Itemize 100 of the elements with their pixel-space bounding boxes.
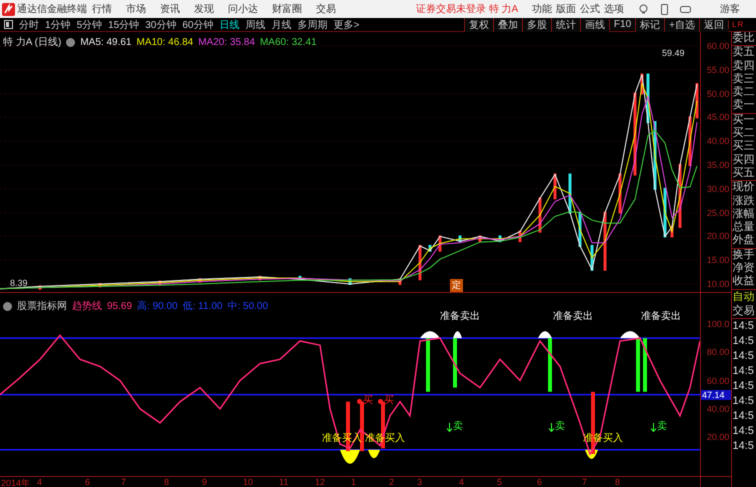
menu-item[interactable]: 公式 [580,2,600,16]
signal-dot [378,398,383,404]
menu-item[interactable]: 选项 [604,2,624,16]
candlestick [664,188,666,238]
line-value: 95.69 [107,300,132,312]
trade-time: 14:5 [732,318,755,334]
signal-label: 买 [384,395,394,407]
candlestick [98,283,102,288]
time-label: 10 [243,477,254,487]
toolbar-button[interactable]: 标记 [635,18,664,32]
level-value: 高: 90.00 [137,300,178,313]
signal-label: 卖 [555,421,565,433]
down-arrow-icon [548,422,555,432]
trade-time: 14:5 [732,348,755,364]
period-tab[interactable]: 15分钟 [108,18,140,32]
period-tab[interactable]: 60分钟 [182,18,214,32]
menu-item[interactable]: 资讯 [160,2,180,16]
toolbar-button[interactable]: 叠加 [492,18,522,32]
period-tab[interactable]: 30分钟 [145,18,176,32]
buy-zone-mark [368,450,380,458]
phone-icon[interactable] [659,4,670,14]
toolbar-button[interactable]: 多股 [522,18,551,32]
axis-label: 15.00 [706,255,730,266]
time-label: 12 [315,477,326,487]
down-arrow-icon [650,422,657,432]
menu-item[interactable]: 版面 [556,2,576,16]
app-logo-icon [2,2,15,16]
candlestick [568,174,572,214]
period-tab[interactable]: 5分钟 [76,18,102,32]
candlestick [418,244,422,280]
axis-label: 60.00 [706,376,730,386]
axis-label: 30.00 [706,184,730,194]
toolbar-button[interactable]: 统计 [550,18,580,32]
marker-tag: 定 [450,279,463,292]
axis-label: 45.00 [706,112,730,122]
quote-field-label: 卖一 [732,99,756,113]
axis-label: 25.00 [706,208,730,218]
trade-time: 14:5 [732,378,755,394]
line-name: 趋势线 [72,300,102,313]
axis-label: 50.00 [706,88,730,99]
trade-time: 14:5 [732,394,755,409]
trade-label: 交易 [732,304,756,319]
time-label: 8 [164,477,170,487]
axis-label: 100.0 [706,319,730,329]
sell-bar [636,338,640,392]
ma-value: MA20: 35.84 [198,36,255,48]
buy-bar [360,402,364,452]
sell-zone-mark [420,331,440,338]
user-name[interactable]: 游客 [720,2,740,16]
menu-item[interactable]: 发现 [194,2,214,16]
time-label: 9 [202,477,208,487]
period-tab[interactable]: 1分钟 [45,18,71,32]
corner-label: L [732,20,736,29]
period-tab[interactable]: 月线 [272,18,292,32]
down-arrow-icon [446,422,453,432]
candlestick [398,278,402,285]
chart-title: 特 力A (日线) [3,36,62,49]
period-tab[interactable]: 更多> [334,18,360,32]
signal-label: 准备卖出 [553,311,593,323]
period-tab[interactable]: 日线 [220,18,240,32]
candlestick [198,278,202,283]
candlestick [518,230,522,242]
period-tab[interactable]: 周线 [246,18,266,32]
axis-label: 40.00 [706,404,730,414]
toolbar-button[interactable]: +自选 [664,18,699,32]
toolbar-button[interactable]: 画线 [580,18,609,32]
quote-field-label: 买三 [732,140,756,154]
trade-time: 14:5 [732,424,755,439]
bulb-icon[interactable] [638,4,650,14]
period-tab[interactable]: 多周期 [298,18,328,32]
quote-field-label: 买五 [732,166,756,180]
candlestick [438,235,442,252]
sell-zone-mark [453,331,462,338]
menu-item[interactable]: 行情 [92,2,112,16]
menu-item[interactable]: 交易 [316,2,336,16]
period-tab[interactable]: 分时 [19,18,39,32]
candlestick [646,74,650,124]
menu-item[interactable]: 市场 [126,2,146,16]
menu-item[interactable]: 财富圈 [272,2,302,16]
menu-item[interactable]: 问小达 [228,2,258,16]
time-label: 5 [497,477,502,487]
quote-field-label: 收益 [732,275,756,289]
quote-field-label: 净资 [732,262,756,275]
window-icon[interactable] [4,20,13,29]
login-notice[interactable]: 证券交易未登录 特 力A [416,2,518,16]
buy-zone-mark [340,450,360,464]
toolbar-button[interactable]: 返回 [699,18,728,32]
quote-field-label: 涨幅 [732,208,756,221]
candlestick [678,164,682,228]
time-label: 7 [582,477,588,487]
cursor-value: 47.14 [701,390,732,400]
candlestick [538,197,542,233]
toolbar-button[interactable]: F10 [608,19,636,30]
message-icon[interactable] [680,4,692,14]
menu-item[interactable]: 功能 [532,2,552,16]
candlestick [348,278,352,285]
toolbar-button[interactable]: 复权 [464,18,493,32]
candlestick [428,244,432,252]
candlestick [458,235,462,242]
ma-value: MA5: 49.61 [80,36,132,48]
